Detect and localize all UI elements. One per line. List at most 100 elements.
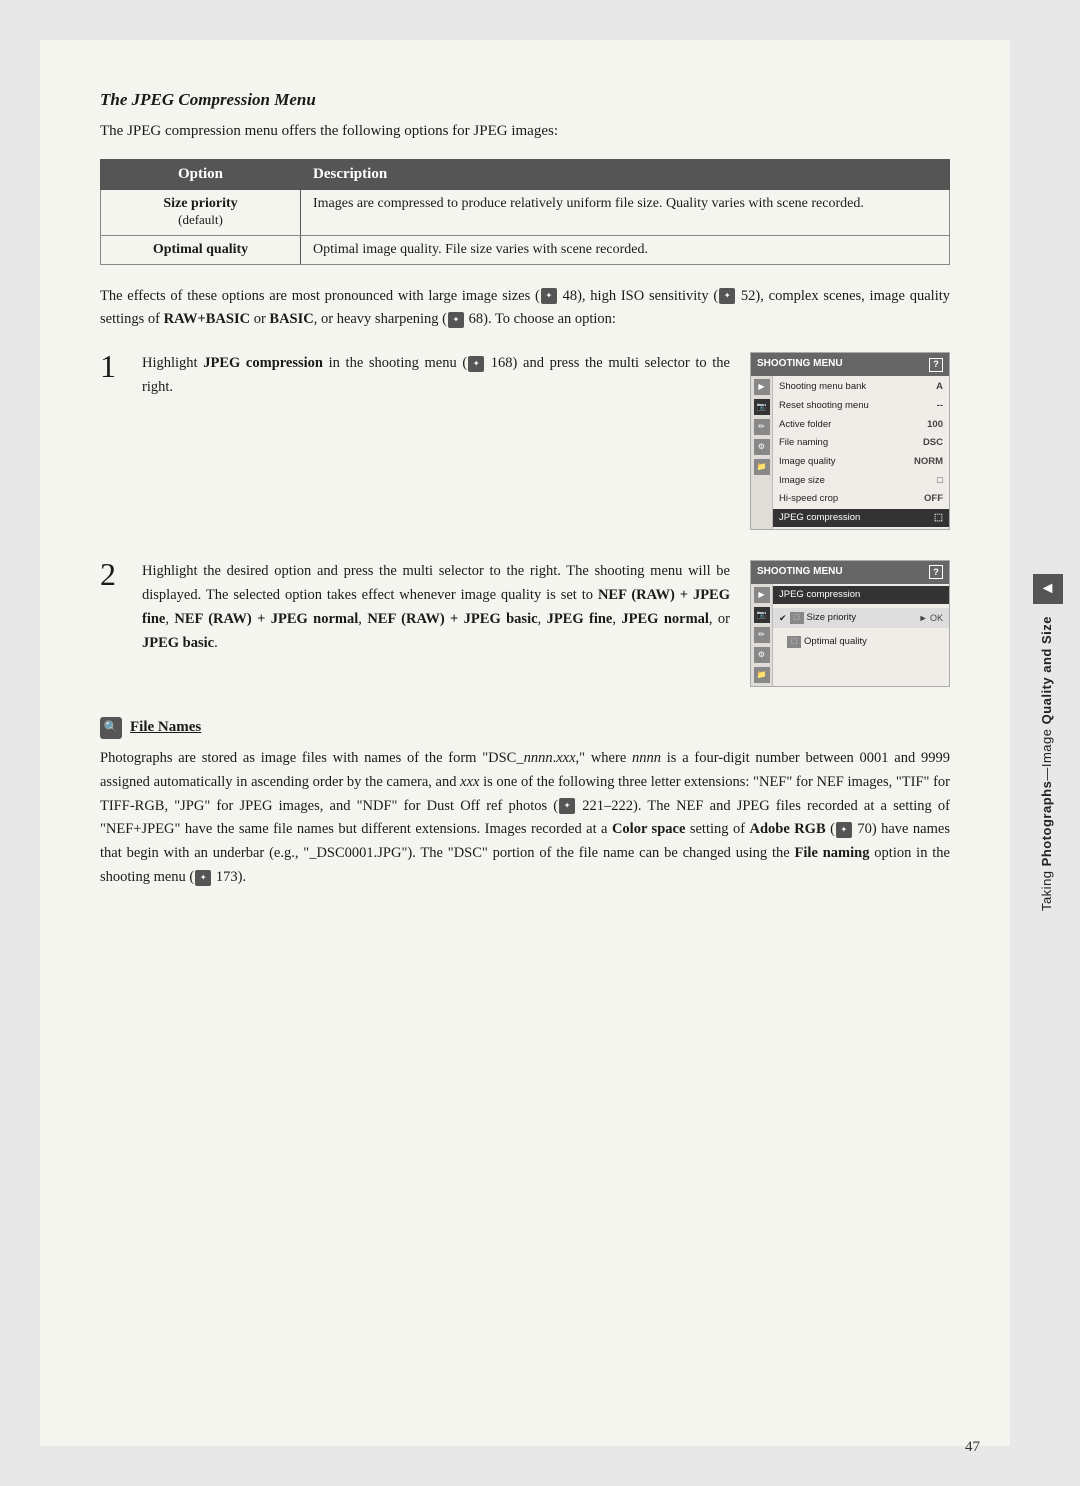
file-search-icon: 🔍 xyxy=(100,717,122,739)
table-cell-option-2: Optimal quality xyxy=(101,235,301,264)
table-row: Size priority (default) Images are compr… xyxy=(101,189,950,235)
option-1-sub: (default) xyxy=(178,212,223,227)
size-icon: ⬚ xyxy=(790,612,804,624)
ref-icon-5: ✦ xyxy=(559,798,575,814)
options-table: Option Description Size priority (defaul… xyxy=(100,159,950,265)
color-space-bold: Color space xyxy=(612,821,685,837)
ref-icon-7: ✦ xyxy=(195,870,211,886)
row-value: NORM xyxy=(914,454,943,470)
body-paragraph: The effects of these options are most pr… xyxy=(100,285,950,333)
menu-row-size: Image size □ xyxy=(773,471,949,490)
row-label: Image size xyxy=(779,473,825,489)
menu-title-2: SHOOTING MENU xyxy=(757,564,843,581)
ref-icon-3: ✦ xyxy=(448,312,464,328)
step-1-text: Highlight JPEG compression in the shooti… xyxy=(142,352,730,400)
file-names-section: 🔍 File Names Photographs are stored as i… xyxy=(100,717,950,891)
option-1-label: Size priority xyxy=(163,196,237,211)
table-header-description: Description xyxy=(301,159,950,189)
menu-icon-camera: 📷 xyxy=(754,399,770,415)
menu-option-optimal: ⬚ Optimal quality xyxy=(773,632,949,652)
menu-icon-play-2: ▶ xyxy=(754,587,770,603)
menu-icon-folder: 📁 xyxy=(754,459,770,475)
row-value: □ xyxy=(937,473,943,489)
menu-sidebar-1: ▶ 📷 ✏ ⚙ 📁 xyxy=(751,376,773,529)
table-cell-option-1: Size priority (default) xyxy=(101,189,301,235)
step-2-content: Highlight the desired option and press t… xyxy=(142,560,950,687)
xxx-italic: xxx xyxy=(556,750,575,766)
file-naming-bold: File naming xyxy=(795,845,870,861)
page-container: The JPEG Compression Menu The JPEG compr… xyxy=(40,40,1010,1446)
menu-rows-2: JPEG compression ✔ ⬚ Size priority ► OK xyxy=(773,584,949,686)
menu-title-1: SHOOTING MENU xyxy=(757,356,843,373)
menu-icon-play: ▶ xyxy=(754,379,770,395)
row-value: DSC xyxy=(923,435,943,451)
nef-basic-bold: NEF (RAW) + JPEG basic xyxy=(367,611,537,627)
step-2: 2 Highlight the desired option and press… xyxy=(100,560,950,687)
menu-row-title: JPEG compression xyxy=(773,586,949,605)
jpeg-compression-bold: JPEG compression xyxy=(203,355,323,371)
step-2-number: 2 xyxy=(100,558,132,590)
nnnn-italic: nnnn xyxy=(524,750,553,766)
row-value: -- xyxy=(937,398,943,414)
menu-body-2: ▶ 📷 ✏ ⚙ 📁 JPEG compression xyxy=(751,584,949,686)
optimal-icon: ⬚ xyxy=(787,636,801,648)
row-label: Active folder xyxy=(779,417,831,433)
menu-row-naming: File naming DSC xyxy=(773,434,949,453)
menu-icon-folder-2: 📁 xyxy=(754,667,770,683)
menu-header-1: SHOOTING MENU ? xyxy=(751,353,949,376)
xxx-italic-2: xxx xyxy=(460,774,479,790)
menu-row-reset: Reset shooting menu -- xyxy=(773,397,949,416)
menu-icon-settings: ⚙ xyxy=(754,439,770,455)
ref-icon-4: ✦ xyxy=(468,356,484,372)
help-icon-1: ? xyxy=(929,358,943,372)
row-value: A xyxy=(936,379,943,395)
file-names-header: 🔍 File Names xyxy=(100,717,950,739)
table-row: Optimal quality Optimal image quality. F… xyxy=(101,235,950,264)
sidebar-quality-bold: Quality and Size xyxy=(1039,616,1054,724)
menu-body-1: ▶ 📷 ✏ ⚙ 📁 Shooting menu bank A xyxy=(751,376,949,529)
table-cell-desc-2: Optimal image quality. File size varies … xyxy=(301,235,950,264)
menu-row-bank: Shooting menu bank A xyxy=(773,378,949,397)
menu-icon-pencil-2: ✏ xyxy=(754,627,770,643)
nnnn-italic-2: nnnn xyxy=(632,750,661,766)
ok-label: ► OK xyxy=(919,611,943,626)
sidebar-tab-inner: ◄ Taking Photographs—Image Quality and S… xyxy=(1033,574,1063,911)
menu-row-quality: Image quality NORM xyxy=(773,453,949,472)
optimal-quality-label: Optimal quality xyxy=(804,634,867,650)
row-label: Image quality xyxy=(779,454,836,470)
menu-rows-1: Shooting menu bank A Reset shooting menu… xyxy=(773,376,949,529)
sidebar-photographs-bold: Photographs xyxy=(1039,781,1054,867)
page-number: 47 xyxy=(965,1439,980,1456)
menu-screenshot-1: SHOOTING MENU ? ▶ 📷 ✏ ⚙ 📁 xyxy=(750,352,950,530)
table-header-option: Option xyxy=(101,159,301,189)
row-label: Reset shooting menu xyxy=(779,398,869,414)
menu-row-jpeg: JPEG compression ⬚ xyxy=(773,509,949,528)
sidebar-text: Taking Photographs—Image Quality and Siz… xyxy=(1038,616,1056,911)
jpeg-basic-bold: JPEG basic xyxy=(142,635,214,651)
step-1-number: 1 xyxy=(100,350,132,382)
ref-icon-1: ✦ xyxy=(541,288,557,304)
jpeg-normal-bold: JPEG normal xyxy=(621,611,709,627)
raw-basic-label: RAW+BASIC xyxy=(164,311,250,327)
nef-normal-bold: NEF (RAW) + JPEG nor­mal xyxy=(174,611,358,627)
row-value: ⬚ xyxy=(934,510,943,526)
row-label: Hi-speed crop xyxy=(779,491,838,507)
ref-icon-6: ✦ xyxy=(836,822,852,838)
menu-row-hispeed: Hi-speed crop OFF xyxy=(773,490,949,509)
file-names-title: File Names xyxy=(130,719,201,736)
sidebar-tab: ◄ Taking Photographs—Image Quality and S… xyxy=(1015,40,1080,1446)
menu-sidebar-2: ▶ 📷 ✏ ⚙ 📁 xyxy=(751,584,773,686)
menu-option-size: ✔ ⬚ Size priority ► OK xyxy=(773,608,949,628)
space-icon xyxy=(779,634,784,649)
check-icon: ✔ xyxy=(779,611,787,626)
intro-text: The JPEG compression menu offers the fol… xyxy=(100,120,950,143)
menu-header-2: SHOOTING MENU ? xyxy=(751,561,949,584)
adobe-rgb-bold: Adobe RGB xyxy=(749,821,825,837)
step-1-content: Highlight JPEG compression in the shooti… xyxy=(142,352,950,530)
menu-subtitle: JPEG compression xyxy=(779,587,860,603)
jpeg-fine-bold: JPEG fine xyxy=(547,611,613,627)
ref-icon-2: ✦ xyxy=(719,288,735,304)
step-1: 1 Highlight JPEG compression in the shoo… xyxy=(100,352,950,530)
table-cell-desc-1: Images are compressed to produce relativ… xyxy=(301,189,950,235)
basic-label: BASIC xyxy=(269,311,313,327)
